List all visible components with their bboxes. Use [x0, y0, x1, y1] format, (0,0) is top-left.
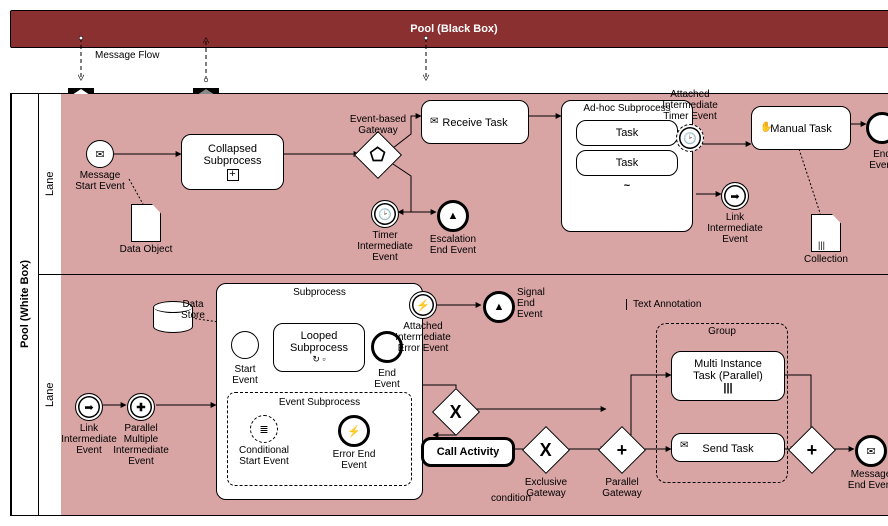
- pool-white-box: Pool (White Box) Lane: [10, 93, 888, 516]
- signal-end-event[interactable]: ▲ Signal End Event: [483, 291, 515, 323]
- text-annotation: Text Annotation: [626, 299, 701, 310]
- timer-intermediate-event[interactable]: 🕑 Timer Intermediate Event: [371, 200, 399, 228]
- receive-task[interactable]: ✉ Receive Task: [421, 100, 529, 144]
- adhoc-task-1[interactable]: Task: [576, 120, 678, 146]
- event-based-gateway[interactable]: ⬠ Event-based Gateway: [361, 138, 395, 172]
- event-subprocess[interactable]: Event Subprocess ≣ Conditional Start Eve…: [227, 392, 412, 486]
- send-task[interactable]: ✉ Send Task: [671, 433, 785, 462]
- data-object: Data Object: [131, 204, 161, 242]
- parallel-gateway-join[interactable]: +: [795, 433, 829, 467]
- escalation-end-event[interactable]: ▲ Escalation End Event: [437, 200, 469, 232]
- message-end-event[interactable]: ✉ Message End Event: [855, 435, 887, 467]
- exclusive-gateway[interactable]: X Exclusive Gateway: [529, 433, 563, 467]
- parallel-gateway-split[interactable]: + Parallel Gateway: [605, 433, 639, 467]
- collection-data-object: ||| Collection: [811, 214, 841, 252]
- parallel-multiple-intermediate-event[interactable]: ✚ Parallel Multiple Intermediate Event: [127, 393, 155, 421]
- link-intermediate-event-lane2[interactable]: ➡ Link Intermediate Event: [75, 393, 103, 421]
- lane-1: Lane: [38, 94, 888, 275]
- pool-black-box: Pool (Black Box): [10, 10, 888, 48]
- attached-error-event[interactable]: ⚡ Attached Intermediate Error Event: [409, 291, 437, 319]
- call-activity[interactable]: Call Activity: [421, 437, 515, 467]
- lane-2: Lane: [38, 275, 888, 515]
- link-intermediate-event[interactable]: ➡ Link Intermediate Event: [721, 182, 749, 210]
- collapsed-subprocess[interactable]: Collapsed Subprocess +: [181, 134, 284, 190]
- adhoc-task-2[interactable]: Task: [576, 150, 678, 176]
- conditional-start-event[interactable]: ≣ Conditional Start Event: [250, 415, 278, 443]
- lane-label: Lane: [38, 275, 61, 515]
- lane-label: Lane: [38, 94, 61, 274]
- attached-timer-event[interactable]: 🕑 Attached Intermediate Timer Event: [676, 124, 704, 152]
- expanded-subprocess[interactable]: Subprocess Start Event Looped Subprocess…: [216, 283, 423, 500]
- decision-gateway[interactable]: X: [439, 395, 473, 429]
- error-end-event[interactable]: ⚡ Error End Event: [338, 415, 370, 447]
- message-start-event[interactable]: ✉ Message Start Event: [86, 140, 114, 168]
- subprocess-start-event[interactable]: Start Event: [231, 331, 259, 362]
- manual-task[interactable]: ✋ Manual Task: [751, 106, 851, 150]
- looped-subprocess[interactable]: Looped Subprocess ↻ ▫: [273, 323, 365, 372]
- message-flow-label: Message Flow: [95, 50, 159, 61]
- multi-instance-task[interactable]: Multi Instance Task (Parallel) |||: [671, 351, 785, 401]
- end-event[interactable]: End Event: [866, 112, 888, 147]
- pool-label: Pool (White Box): [11, 94, 38, 515]
- data-store: Data Store: [153, 301, 193, 333]
